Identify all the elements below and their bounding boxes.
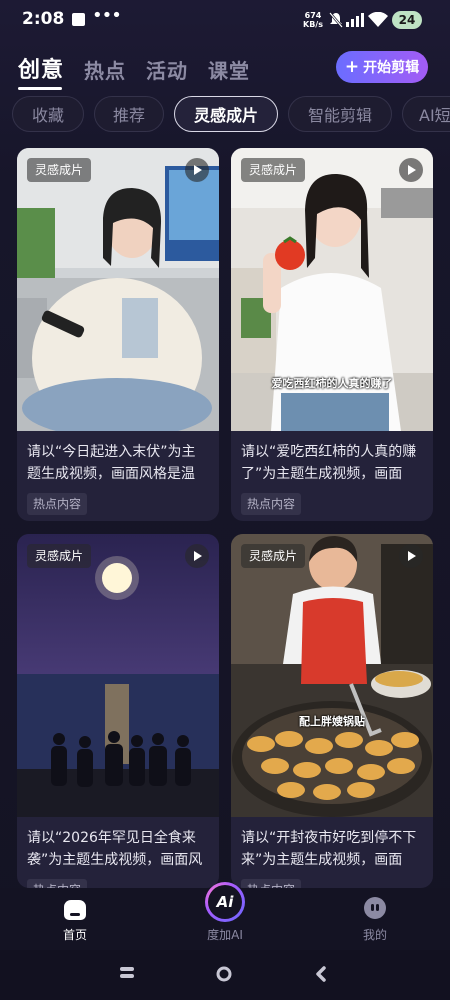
card-tag: 灵感成片 [27,158,92,182]
start-editing-label: 开始剪辑 [363,60,420,76]
video-card[interactable]: 爱吃西红柿的人真的赚了 灵感成片 请以“爱吃西红柿的人真的赚了”为主题生成视频，… [231,148,433,521]
top-tabs: 创意 热点 活动 课堂 [18,50,270,90]
battery-indicator: 24 [392,11,422,29]
card-tag: 灵感成片 [27,544,92,568]
category-chips: 收藏 推荐 灵感成片 智能剪辑 AI短 [0,96,450,134]
play-icon[interactable] [185,158,209,182]
network-speed-unit: KB/s [303,20,323,29]
back-icon[interactable] [314,966,328,982]
hot-content-badge: 热点内容 [241,493,302,515]
signal-icon [346,13,364,27]
nav-profile[interactable]: 我的 [330,888,420,950]
tab-classroom[interactable]: 课堂 [208,55,250,84]
card-caption: 爱吃西红柿的人真的赚了 [271,377,393,390]
card-tag: 灵感成片 [241,158,306,182]
card-caption: 配上胖嫂锅贴 [299,715,365,728]
dumplings-vendor-image [231,534,433,817]
card-description: 请以“今日起进入末伏”为主题生成视频，画面风格是温柔... [27,444,196,482]
nav-home-label: 首页 [62,928,87,942]
nav-home[interactable]: 首页 [30,888,120,950]
video-card[interactable]: 灵感成片 请以“今日起进入末伏”为主题生成视频，画面风格是温柔... 热点内容 [17,148,219,521]
tab-creative[interactable]: 创意 [18,52,64,90]
network-speed: 674 KB/s [303,11,323,29]
card-description: 请以“爱吃西红柿的人真的赚了”为主题生成视频，画面风... [241,444,417,482]
ai-icon: Ai [205,882,245,922]
tab-events[interactable]: 活动 [146,55,188,84]
start-editing-button[interactable]: + 开始剪辑 [336,51,428,83]
video-card[interactable]: 配上胖嫂锅贴 灵感成片 请以“开封夜市好吃到停不下来”为主题生成视频，画面风..… [231,534,433,888]
hot-content-badge: 热点内容 [27,879,88,888]
card-description: 请以“开封夜市好吃到停不下来”为主题生成视频，画面风... [241,830,417,868]
nav-ai-label: 度加AI [207,928,243,942]
tab-trending[interactable]: 热点 [84,55,126,84]
card-thumbnail: 配上胖嫂锅贴 灵感成片 [231,534,433,817]
mute-bell-icon [329,12,343,28]
status-bar: 2:08 ••• 674 KB/s 24 [0,0,450,40]
nav-profile-label: 我的 [362,928,387,942]
chip-inspiration[interactable]: 灵感成片 [174,96,278,132]
chip-ai-short[interactable]: AI短 [402,96,450,132]
system-nav-bar [0,950,450,1000]
recent-apps-icon[interactable] [118,966,136,980]
more-notifications-icon: ••• [92,5,122,26]
chip-smart-edit[interactable]: 智能剪辑 [288,96,392,132]
play-icon[interactable] [399,158,423,182]
notification-square-icon [72,13,85,26]
card-description: 请以“2026年罕见日全食来袭”为主题生成视频，画面风格... [27,830,203,868]
status-time: 2:08 [22,9,65,29]
nav-duja-ai[interactable]: Ai 度加AI [180,882,270,950]
chip-favorites[interactable]: 收藏 [12,96,84,132]
hot-content-badge: 热点内容 [241,879,302,888]
home-system-icon[interactable] [216,966,232,982]
card-thumbnail: 爱吃西红柿的人真的赚了 灵感成片 [231,148,433,431]
plus-icon: + [344,57,360,77]
play-icon[interactable] [399,544,423,568]
profile-icon [364,897,386,919]
chip-recommended[interactable]: 推荐 [94,96,164,132]
moon-over-sea-image [17,534,219,817]
hot-content-badge: 热点内容 [27,493,88,515]
card-thumbnail: 灵感成片 [17,534,219,817]
woman-on-sofa-image [17,148,219,431]
wifi-icon [368,12,388,27]
card-thumbnail: 灵感成片 [17,148,219,431]
play-icon[interactable] [185,544,209,568]
home-icon [64,900,86,920]
bottom-nav: 首页 Ai 度加AI 我的 [0,882,450,950]
video-card[interactable]: 灵感成片 请以“2026年罕见日全食来袭”为主题生成视频，画面风格... 热点内… [17,534,219,888]
card-tag: 灵感成片 [241,544,306,568]
ai-icon-text: Ai [208,885,242,919]
network-speed-value: 674 [304,11,322,20]
